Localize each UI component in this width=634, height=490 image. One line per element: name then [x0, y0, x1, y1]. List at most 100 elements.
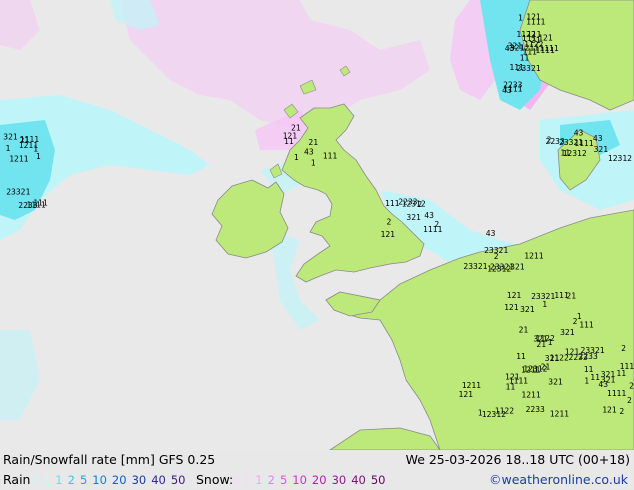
precip-value: 21: [629, 382, 634, 391]
precip-value: 321: [548, 378, 563, 387]
precip-value: 1: [518, 14, 523, 23]
precip-value: 121: [507, 291, 522, 300]
rain-legend-value-3: 5: [79, 473, 88, 487]
precip-value: 121: [538, 34, 553, 43]
precip-value: 1: [542, 300, 547, 309]
credit-link[interactable]: ©weatheronline.co.uk: [489, 470, 628, 490]
legend-bar: Rain 0.1 1 2 5 10 20 30 40 50 Snow: 0.1 1 2 5 10 20 30…: [0, 470, 634, 490]
precip-value: 1: [548, 338, 553, 347]
precip-value: 43: [304, 148, 314, 157]
precip-value: 321: [545, 354, 560, 363]
precip-value: 23321: [463, 262, 487, 271]
precip-value: 1111: [526, 18, 545, 27]
snow-legend-value-7: 40: [351, 473, 366, 487]
precip-value: 111: [323, 152, 338, 161]
precip-value: 121: [459, 390, 474, 399]
precip-value: 321: [3, 133, 18, 142]
rain-legend-value-2: 2: [67, 473, 75, 487]
precip-value: 1111: [423, 225, 442, 234]
map-canvas: 1132122331122121111111434332111111111112…: [0, 0, 634, 450]
precip-value: 11: [506, 383, 516, 392]
map-datetime: We 25-03-2026 18..18 UTC (00+18): [405, 452, 630, 467]
precip-value: 111: [33, 199, 48, 208]
precip-value: 111: [579, 321, 594, 330]
rain-legend-value-6: 30: [131, 473, 147, 487]
precip-value: 1211: [550, 409, 569, 418]
precip-value: 1: [311, 158, 316, 167]
precip-value: 12312: [487, 265, 511, 274]
precip-value: 23321: [6, 188, 30, 197]
precip-value: 321: [510, 263, 525, 272]
snow-legend-label: Snow:: [196, 472, 234, 487]
precip-value: 2233: [398, 197, 417, 206]
precip-value: 1: [6, 144, 11, 153]
precip-value: 1211: [520, 43, 539, 52]
precip-value: 2: [621, 344, 626, 353]
precip-value: 321: [560, 328, 575, 337]
precip-value: 1122: [495, 407, 514, 416]
snow-legend-value-5: 20: [311, 473, 327, 487]
precip-value: 1: [33, 145, 38, 154]
rain-legend-value-7: 40: [151, 473, 166, 487]
precip-value: 1211: [521, 391, 540, 400]
precip-value: 43: [486, 229, 496, 238]
precip-value: 11: [516, 352, 526, 361]
precip-value: 121: [381, 230, 396, 239]
precip-value: 43: [574, 129, 584, 138]
precip-value: 12312: [523, 364, 547, 373]
precip-value: 2: [387, 218, 392, 227]
precip-value: 1111: [607, 389, 626, 398]
precip-value: 1: [478, 408, 483, 417]
precip-value: 43: [593, 134, 603, 143]
precip-value: 1: [36, 152, 41, 161]
precip-value: 2: [573, 317, 578, 326]
precip-value: 21: [566, 292, 576, 301]
snow-legend-value-0: 0.1: [232, 473, 251, 487]
precip-value: 321: [594, 145, 609, 154]
precip-value: 1: [294, 153, 299, 162]
precip-value: 1: [584, 377, 589, 386]
precip-value: 1111: [620, 362, 634, 371]
precip-value: 321: [406, 213, 421, 222]
precip-value: 2: [627, 396, 632, 405]
precip-value: 321: [601, 376, 616, 385]
precip-value: 11: [590, 373, 600, 382]
precip-value: 121: [505, 373, 520, 382]
precip-value: 2233: [579, 352, 598, 361]
snow-legend-scale: 0.1 1 2 5 10 20 30 40 50: [232, 470, 390, 490]
snow-legend-value-1: 1: [255, 473, 263, 487]
precip-value: 1211: [9, 155, 28, 164]
precip-value: 121: [565, 348, 580, 357]
precip-value: 43: [424, 211, 434, 220]
precip-value: 2: [494, 252, 499, 261]
precip-value: 1211: [462, 381, 481, 390]
rain-legend-value-8: 50: [170, 473, 186, 487]
precip-value: 23321: [517, 64, 541, 73]
snow-legend-value-2: 2: [267, 473, 275, 487]
title-bar: Rain/Snowfall rate [mm] GFS 0.25 We 25-0…: [0, 450, 634, 470]
precip-value: 2233: [546, 137, 565, 146]
rain-legend-value-4: 10: [92, 473, 107, 487]
precip-value: 12312: [608, 154, 632, 163]
precip-value: 11: [284, 137, 294, 146]
precip-value: 1: [577, 312, 582, 321]
precip-value: 1211: [524, 251, 543, 260]
precip-value: 21: [536, 340, 546, 349]
rain-legend-value-5: 20: [111, 473, 127, 487]
precip-value: 121: [504, 303, 519, 312]
snow-legend-value-6: 30: [331, 473, 347, 487]
rain-legend-value-0: 0.1: [32, 473, 51, 487]
precip-value: 321: [520, 305, 535, 314]
rain-legend-value-1: 1: [55, 473, 63, 487]
precip-value: 2233: [526, 405, 545, 414]
precip-value: 23321: [531, 292, 555, 301]
map-title: Rain/Snowfall rate [mm] GFS 0.25: [3, 452, 216, 467]
snow-legend-value-4: 10: [292, 473, 307, 487]
rain-legend-label: Rain: [3, 472, 31, 487]
snow-legend-value-8: 50: [370, 473, 386, 487]
precipitation-map[interactable]: 11 321 2233 1122 121 111 111 43 43 321 111 1111 111 2…: [0, 0, 634, 450]
precip-value: 21: [20, 136, 30, 145]
precip-value: 2: [434, 220, 439, 229]
precip-value: 1111: [503, 85, 522, 94]
precip-value: 21: [519, 325, 529, 334]
